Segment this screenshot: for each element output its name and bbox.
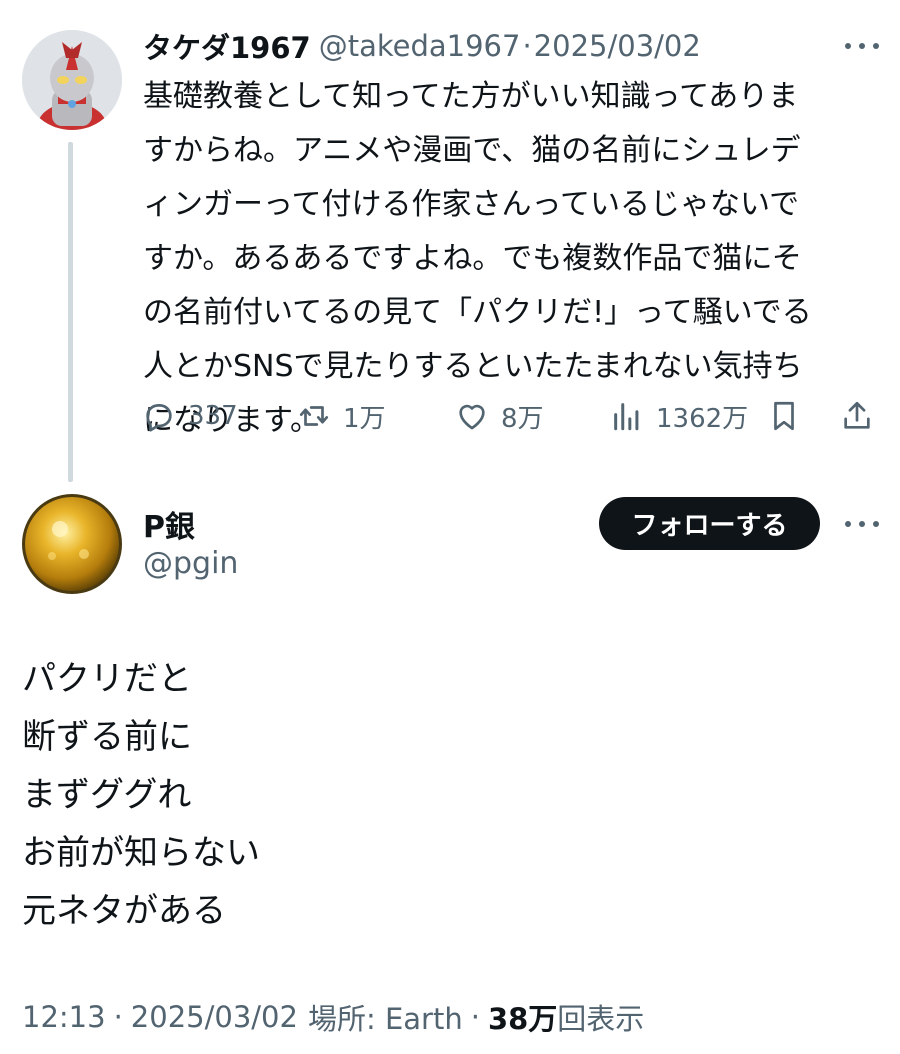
tweet-text-line: すか。あるあるですよね。でも複数作品で猫にそ xyxy=(143,241,802,276)
reply-action[interactable]: 337 xyxy=(142,392,238,440)
meta-separator: · xyxy=(470,1000,480,1034)
retweet-action[interactable]: 1万 xyxy=(297,392,386,440)
thread-line xyxy=(68,142,73,482)
heart-icon xyxy=(459,404,485,430)
reply-tweet-text: パクリだと 断ずる前に まずググれ お前が知らない 元ネタがある xyxy=(22,650,822,940)
retweet-icon xyxy=(299,406,329,426)
meta-location: 場所: Earth xyxy=(307,1002,463,1036)
tweet-text-line: お前が知らない xyxy=(22,833,260,873)
retweet-count: 1万 xyxy=(343,403,386,434)
more-icon[interactable] xyxy=(845,36,879,56)
bookmark-action[interactable] xyxy=(767,392,801,440)
reply-handle[interactable]: @pgin xyxy=(143,546,238,581)
parent-display-name[interactable]: タケダ1967 xyxy=(143,25,311,67)
views-count: 1362万 xyxy=(656,403,749,434)
bookmark-icon xyxy=(774,401,794,431)
share-icon xyxy=(844,401,870,429)
like-action[interactable]: 8万 xyxy=(455,392,544,440)
reply-count: 337 xyxy=(188,401,238,431)
meta-separator: · xyxy=(113,1000,123,1034)
views-icon xyxy=(614,403,639,431)
tweet-actions: 337 1万 8万 1362万 xyxy=(142,392,882,440)
header-separator: · xyxy=(522,29,532,63)
reply-display-name[interactable]: P銀 xyxy=(143,502,195,546)
tweet-text-line: パクリだと xyxy=(22,659,192,699)
parent-date[interactable]: 2025/03/02 xyxy=(534,29,701,63)
like-count: 8万 xyxy=(501,403,544,434)
reply-avatar[interactable] xyxy=(22,494,122,594)
parent-handle[interactable]: @takeda1967 xyxy=(319,29,521,63)
tweet-meta: 12:13 · 2025/03/02 場所: Earth · 38万 回表示 xyxy=(22,995,644,1039)
meta-views-count[interactable]: 38万 xyxy=(488,996,557,1038)
parent-avatar[interactable] xyxy=(22,30,122,130)
follow-button[interactable]: フォローする xyxy=(599,497,820,550)
tweet-text-line: まずググれ xyxy=(22,775,192,815)
tweet-text-line: すからね。アニメや漫画で、猫の名前にシュレデ xyxy=(143,133,801,168)
tweet-text-line: 基礎教養として知ってた方がいい知識ってありま xyxy=(143,79,799,114)
tweet-text-line: の名前付いてるの見て「パクリだ!」って騒いでる xyxy=(143,295,812,330)
meta-time[interactable]: 12:13 xyxy=(22,1000,106,1034)
parent-tweet-header: タケダ1967 @takeda1967 · 2025/03/02 xyxy=(143,26,701,66)
tweet-text-line: ィンガーって付ける作家さんっているじゃないで xyxy=(143,187,800,222)
views-action[interactable]: 1362万 xyxy=(610,392,748,440)
share-action[interactable] xyxy=(840,392,874,440)
tweet-text-line: 断ずる前に xyxy=(22,717,192,757)
meta-views-label: 回表示 xyxy=(557,1002,645,1036)
tweet-text-line: 人とかSNSで見たりするといたたまれない気持ち xyxy=(143,349,803,384)
more-icon[interactable] xyxy=(845,514,879,534)
reply-icon xyxy=(146,404,172,432)
meta-date[interactable]: 2025/03/02 xyxy=(131,1000,298,1034)
tweet-text-line: 元ネタがある xyxy=(22,891,226,931)
